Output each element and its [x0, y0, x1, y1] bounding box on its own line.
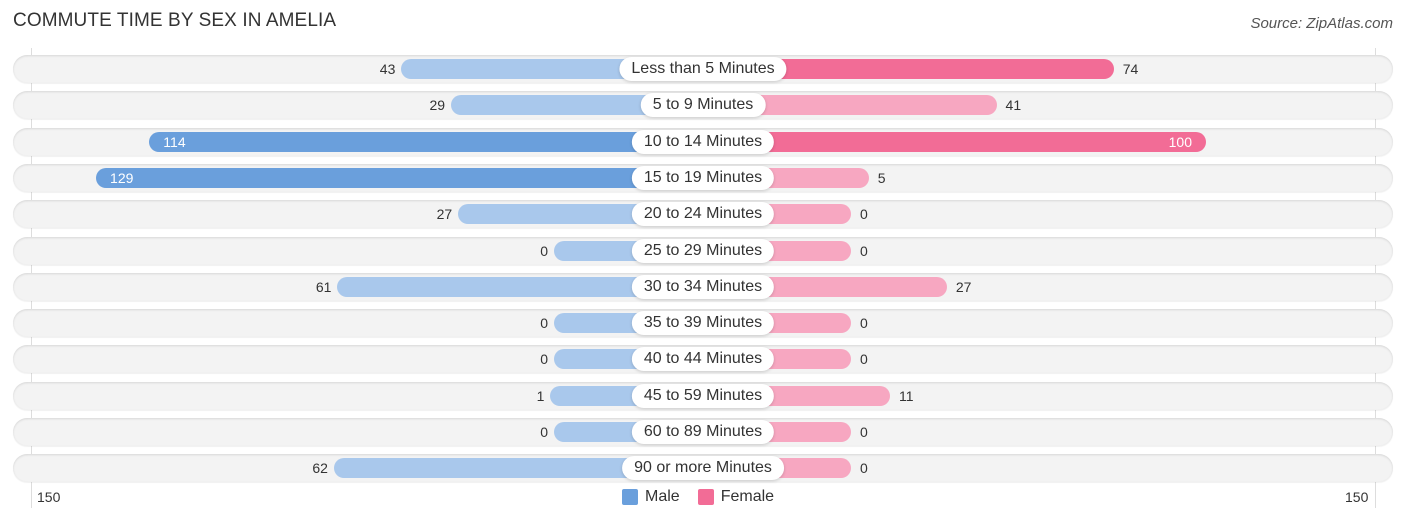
category-label: 20 to 24 Minutes [631, 202, 775, 226]
category-label: 60 to 89 Minutes [631, 420, 775, 444]
value-label-male: 27 [436, 206, 453, 222]
value-label-male: 114 [163, 134, 186, 150]
category-label: 15 to 19 Minutes [631, 166, 775, 190]
axis-tick-right: 150 [1345, 489, 1369, 505]
value-label-male: 43 [379, 61, 396, 77]
category-label: 90 or more Minutes [622, 456, 784, 480]
value-label-female: 5 [877, 170, 886, 186]
value-label-male: 129 [110, 170, 134, 186]
value-label-male: 29 [429, 97, 446, 113]
value-label-male: 0 [540, 424, 548, 440]
legend-item-male[interactable]: Male [622, 488, 680, 506]
source-label: Source: ZipAtlas.com [1250, 15, 1393, 32]
legend-label-female: Female [720, 488, 775, 505]
value-label-female: 27 [955, 279, 972, 295]
chart-title: COMMUTE TIME BY SEX IN AMELIA [13, 10, 337, 31]
value-label-female: 0 [860, 351, 868, 367]
value-label-male: 0 [540, 243, 548, 259]
category-label: 10 to 14 Minutes [631, 130, 775, 154]
legend-swatch-female [697, 489, 714, 505]
value-label-female: 0 [860, 424, 868, 440]
legend-item-female[interactable]: Female [697, 488, 775, 506]
value-label-female: 100 [1168, 134, 1192, 150]
category-label: 35 to 39 Minutes [631, 311, 775, 335]
legend: Male Female [622, 488, 784, 506]
value-label-male: 62 [312, 460, 328, 476]
legend-label-male: Male [645, 488, 680, 505]
value-label-male: 61 [315, 279, 332, 295]
value-label-female: 74 [1122, 61, 1139, 77]
bar-male[interactable] [96, 168, 703, 188]
value-label-female: 0 [860, 243, 868, 259]
category-label: 30 to 34 Minutes [631, 275, 775, 299]
category-label: 25 to 29 Minutes [631, 239, 775, 263]
value-label-female: 41 [1005, 97, 1022, 113]
value-label-male: 0 [540, 315, 548, 331]
value-label-female: 0 [860, 460, 868, 476]
value-label-female: 0 [860, 206, 868, 222]
legend-swatch-male [622, 489, 638, 505]
axis-tick-left: 150 [37, 489, 61, 505]
category-label: 45 to 59 Minutes [631, 384, 775, 408]
category-label: 40 to 44 Minutes [631, 347, 775, 371]
bar-female[interactable] [703, 132, 1206, 152]
category-label: Less than 5 Minutes [619, 57, 787, 81]
value-label-female: 0 [860, 315, 868, 331]
value-label-female: 11 [899, 388, 914, 404]
value-label-male: 1 [536, 388, 545, 404]
value-label-male: 0 [540, 351, 548, 367]
bar-male[interactable] [149, 132, 703, 152]
category-label: 5 to 9 Minutes [640, 93, 766, 117]
